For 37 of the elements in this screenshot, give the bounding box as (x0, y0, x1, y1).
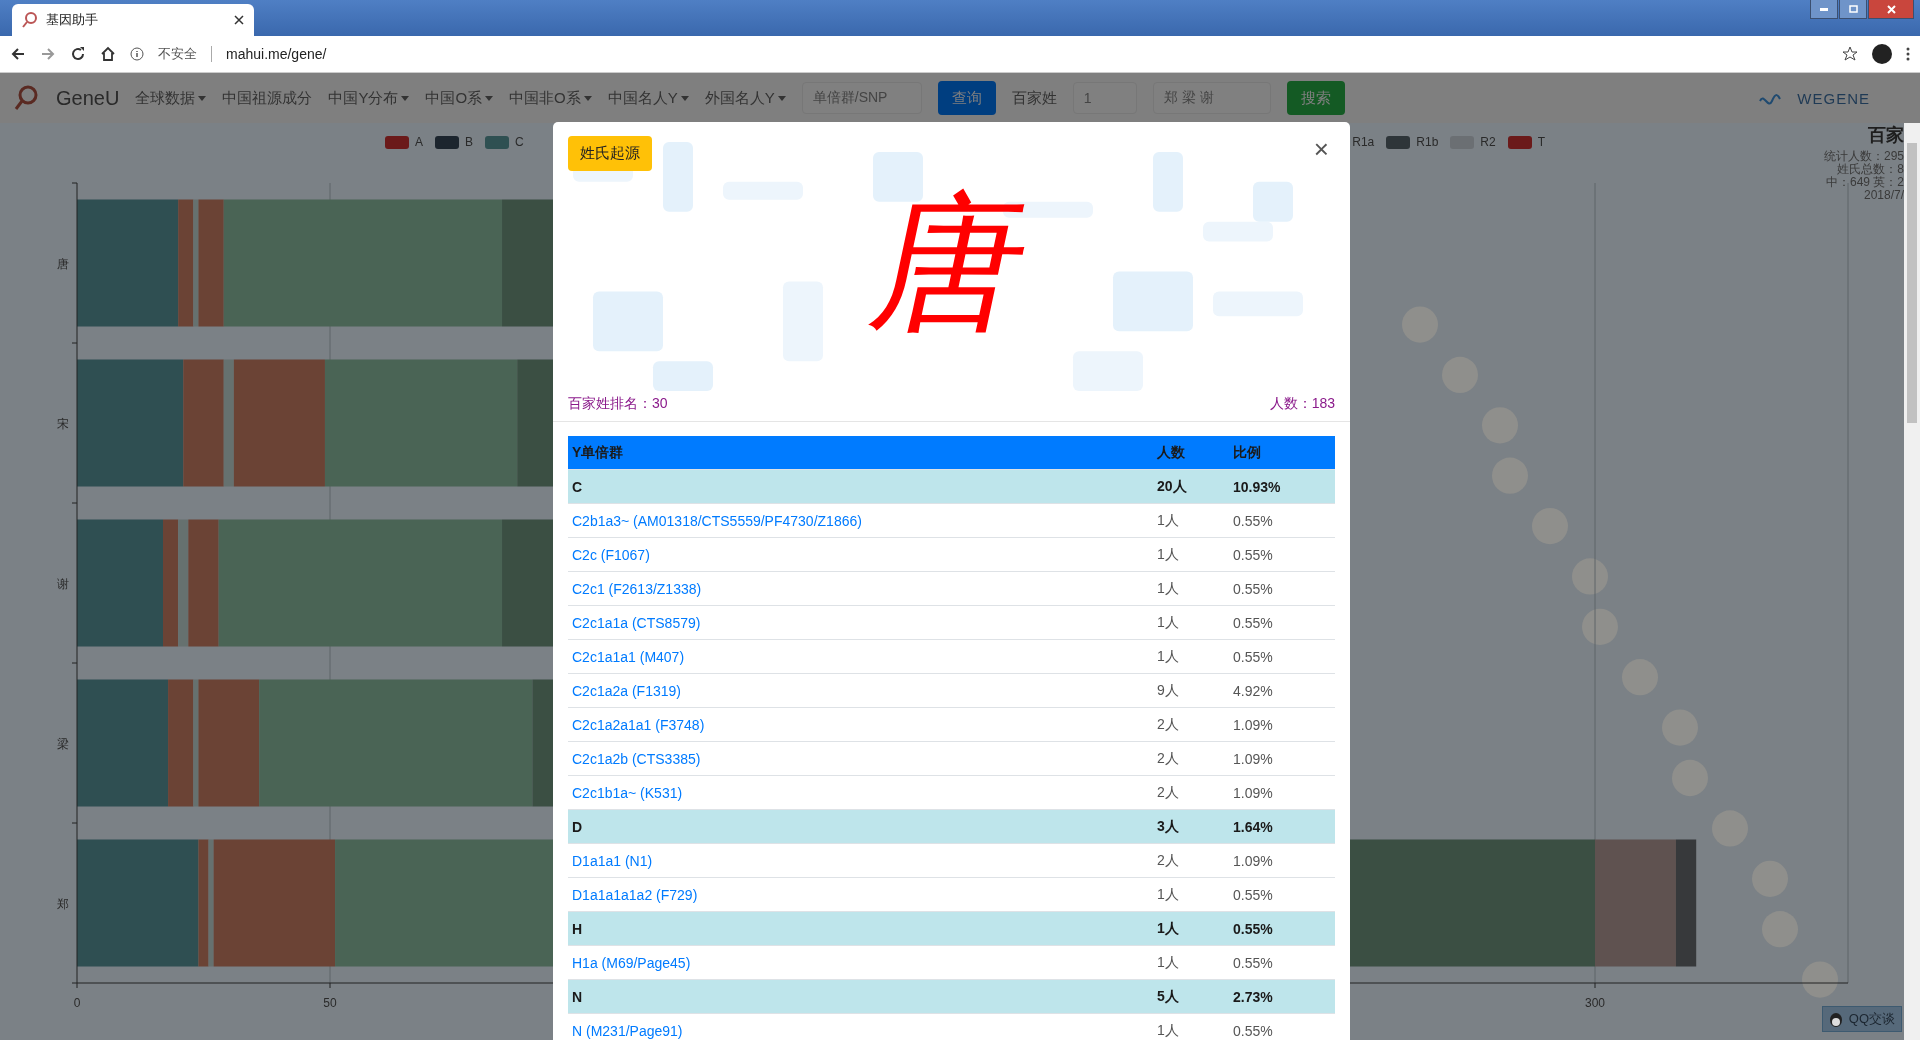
nav-menu-item[interactable]: 中国Y分布 (328, 88, 410, 108)
magnifier-icon (22, 12, 38, 28)
address-field[interactable]: mahui.me/gene/ (226, 46, 327, 62)
reload-icon[interactable] (70, 46, 86, 62)
maximize-icon (1848, 5, 1858, 13)
nav-menu-item[interactable]: 中国非O系 (509, 88, 592, 108)
rank-select[interactable]: 1 (1072, 82, 1137, 114)
tab-title: 基因助手 (46, 11, 99, 29)
nav-menu-item[interactable]: 外国名人Y (704, 88, 786, 108)
close-button[interactable] (1868, 0, 1914, 19)
avatar-icon[interactable] (1872, 44, 1892, 64)
query-button[interactable]: 查询 (937, 81, 996, 115)
logo-icon (14, 85, 40, 111)
close-icon (1886, 4, 1896, 14)
back-icon[interactable] (10, 46, 26, 62)
search-button[interactable]: 搜索 (1286, 81, 1345, 115)
nav-menu-item[interactable]: 中国O系 (425, 88, 494, 108)
forward-icon[interactable] (40, 46, 56, 62)
maximize-button[interactable] (1839, 0, 1867, 19)
minimize-icon (1820, 7, 1828, 11)
brand-name[interactable]: GeneU (56, 86, 120, 110)
surname-label: 百家姓 (1011, 88, 1057, 108)
security-label: 不安全 (158, 45, 197, 63)
minimize-button[interactable] (1810, 0, 1838, 19)
browser-tab[interactable]: 基因助手 (12, 4, 254, 36)
partner-logo[interactable]: WEGENE (1797, 89, 1870, 107)
close-icon[interactable] (234, 15, 244, 25)
snp-field[interactable]: 单倍群/SNP (801, 82, 922, 114)
menu-icon[interactable] (1906, 47, 1910, 61)
info-icon (130, 47, 144, 61)
logo-icon (1759, 91, 1782, 105)
nav-menu-item[interactable]: 中国名人Y (607, 88, 689, 108)
nav-menu-item[interactable]: 中国祖源成分 (222, 88, 313, 108)
nav-menu-item[interactable]: 全球数据 (135, 88, 207, 108)
home-icon[interactable] (100, 46, 116, 62)
surname-field[interactable]: 郑 梁 谢 (1152, 82, 1271, 114)
star-icon[interactable] (1842, 46, 1858, 62)
